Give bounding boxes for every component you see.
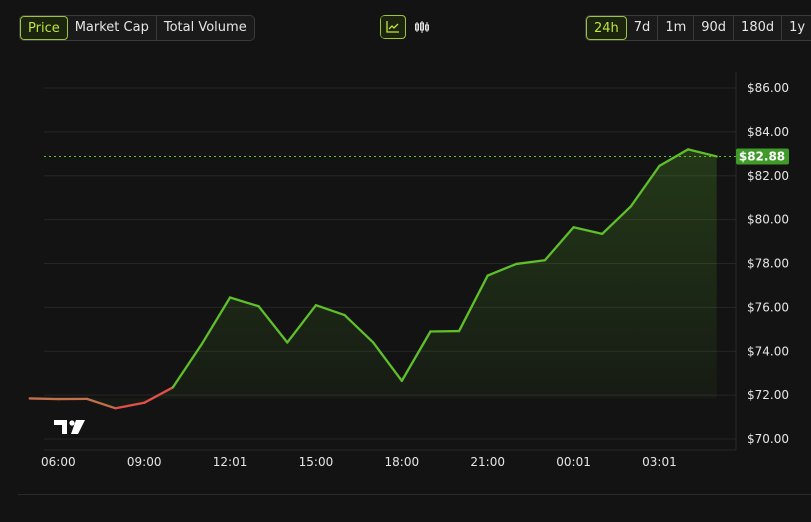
x-axis: 06:00 09:00 12:01 15:00 18:00 21:00 00:01 03:01 (41, 455, 677, 469)
y-tick-label: $86.00 (747, 81, 789, 95)
y-tick-label: $82.00 (747, 169, 789, 183)
y-tick-label: $72.00 (747, 388, 789, 402)
x-tick-label: 09:00 (127, 455, 162, 469)
line-segment (28, 397, 60, 401)
price-chart[interactable]: $70.00 $72.00 $74.00 $76.00 $78.00 $80.00 $82.… (0, 0, 811, 522)
y-tick-label: $78.00 (747, 257, 789, 271)
area-fill (29, 149, 717, 409)
x-tick-label: 12:01 (213, 455, 248, 469)
y-tick-label: $70.00 (747, 432, 789, 446)
x-tick-label: 06:00 (41, 455, 76, 469)
x-tick-label: 00:01 (556, 455, 591, 469)
y-axis: $70.00 $72.00 $74.00 $76.00 $78.00 $80.00 $82.… (747, 81, 789, 446)
y-tick-label: $84.00 (747, 125, 789, 139)
y-tick-label: $74.00 (747, 344, 789, 358)
area-path (29, 149, 717, 409)
x-tick-label: 15:00 (299, 455, 334, 469)
x-tick-label: 21:00 (470, 455, 505, 469)
x-tick-label: 03:01 (642, 455, 677, 469)
y-tick-label: $76.00 (747, 300, 789, 314)
bottom-divider (18, 494, 811, 495)
x-tick-label: 18:00 (385, 455, 420, 469)
tradingview-logo[interactable] (54, 420, 85, 434)
y-tick-label: $80.00 (747, 213, 789, 227)
price-badge-label: $82.88 (739, 149, 785, 163)
